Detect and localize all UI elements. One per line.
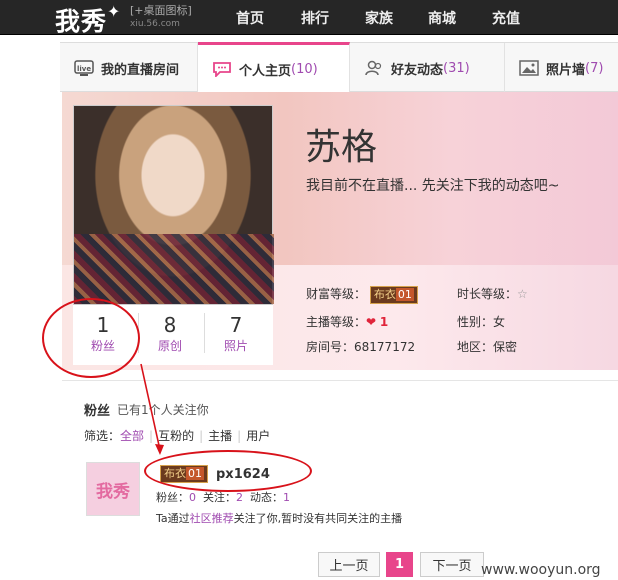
- host-level-value: 1: [379, 315, 389, 329]
- annotation-ring-fans: [42, 298, 140, 378]
- badge-level: 01: [395, 287, 414, 301]
- nav-family[interactable]: 家族: [365, 8, 393, 28]
- fan-fans-count[interactable]: 0: [189, 491, 196, 504]
- stat-original[interactable]: 8 原创: [140, 313, 200, 355]
- filter-all[interactable]: 全部: [120, 429, 144, 443]
- fan-follow-label: 关注：: [203, 491, 236, 504]
- prev-page-button[interactable]: 上一页: [318, 552, 380, 577]
- tab-label: 照片墙: [546, 62, 586, 78]
- tab-label: 好友动态: [391, 62, 444, 78]
- wealth-level: 财富等级： 布衣 01: [306, 285, 418, 304]
- tab-count: (7): [585, 60, 604, 76]
- tab-count: (31): [443, 60, 470, 76]
- nav-mall[interactable]: 商城: [428, 8, 456, 28]
- site-url: xiu.56.com: [130, 19, 180, 29]
- tab-label: 我的直播房间: [101, 62, 180, 78]
- logo-star-icon: ✦: [107, 2, 122, 21]
- star-outline-icon: ☆: [517, 287, 528, 301]
- tab-live-room[interactable]: live 我的直播房间: [60, 43, 198, 93]
- svg-text:live: live: [77, 65, 91, 73]
- chat-bubble-icon: [212, 61, 232, 79]
- tab-photo-wall[interactable]: 照片墙 (7): [505, 43, 618, 93]
- fan-note-pre: Ta通过: [156, 512, 190, 525]
- tab-home[interactable]: 个人主页 (10): [198, 42, 350, 93]
- heart-icon: ❤: [366, 315, 377, 329]
- gender: 性别：女: [457, 313, 505, 330]
- region-value: 保密: [493, 340, 518, 354]
- profile-avatar[interactable]: [73, 105, 274, 305]
- avatar-scarf: [74, 234, 274, 304]
- filter-user[interactable]: 用户: [246, 429, 270, 443]
- nav-home[interactable]: 首页: [236, 8, 264, 28]
- host-level: 主播等级：❤ 1: [306, 313, 388, 330]
- live-icon: live: [74, 60, 94, 76]
- stat-divider: [204, 313, 205, 353]
- region-label: 地区：: [457, 340, 494, 354]
- stat-photos-num: 7: [229, 313, 243, 337]
- nav-ranking[interactable]: 排行: [301, 8, 329, 28]
- room-number: 房间号：68177172: [306, 338, 415, 355]
- stat-photos-label: 照片: [223, 339, 248, 353]
- tab-count: (10): [291, 61, 318, 77]
- stat-original-label: 原创: [157, 339, 182, 353]
- filter-host[interactable]: 主播: [208, 429, 232, 443]
- nav-recharge[interactable]: 充值: [492, 8, 520, 28]
- fans-title: 粉丝: [84, 404, 111, 419]
- duration-label: 时长等级：: [457, 287, 518, 301]
- community-recommend-link[interactable]: 社区推荐: [190, 512, 234, 525]
- fan-follow-count[interactable]: 2: [236, 491, 243, 504]
- profile-name: 苏格: [305, 127, 378, 168]
- photo-icon: [519, 60, 539, 76]
- duration-level: 时长等级：☆: [457, 285, 528, 302]
- tab-label: 个人主页: [239, 63, 292, 79]
- stat-photos[interactable]: 7 照片: [206, 313, 266, 355]
- host-label: 主播等级：: [306, 315, 367, 329]
- fan-note: Ta通过社区推荐关注了你,暂时没有共同关注的主播: [156, 510, 402, 526]
- filter-sep: |: [237, 429, 242, 443]
- fan-avatar[interactable]: 我秀: [86, 462, 140, 516]
- fans-desc: 已有1个人关注你: [117, 403, 209, 417]
- desktop-icon-link[interactable]: [+桌面图标]: [130, 5, 192, 17]
- fan-fans-label: 粉丝：: [156, 491, 189, 504]
- tab-friends-feed[interactable]: 好友动态 (31): [350, 43, 505, 93]
- fan-dyn-label: 动态：: [250, 491, 283, 504]
- filter-sep: |: [199, 429, 204, 443]
- current-page[interactable]: 1: [386, 552, 413, 577]
- gender-value: 女: [493, 315, 506, 329]
- friends-icon: [364, 60, 384, 76]
- profile-motto: 我目前不在直播... 先关注下我的动态吧~: [306, 178, 560, 194]
- room-value: 68177172: [354, 340, 416, 354]
- fan-note-post: 关注了你,暂时没有共同关注的主播: [233, 512, 403, 525]
- filter-label: 筛选：: [84, 429, 121, 443]
- site-logo[interactable]: 我秀✦: [55, 2, 121, 38]
- badge-text: 布衣: [373, 287, 396, 301]
- next-page-button[interactable]: 下一页: [420, 552, 484, 577]
- watermark: www.wooyun.org: [481, 562, 601, 578]
- wealth-badge: 布衣 01: [369, 285, 418, 304]
- fan-dyn-count[interactable]: 1: [283, 491, 290, 504]
- wealth-label: 财富等级：: [306, 287, 367, 301]
- room-label: 房间号：: [306, 340, 355, 354]
- fans-filter: 筛选：全部 | 互粉的 | 主播 | 用户: [84, 427, 270, 444]
- filter-sep: |: [149, 429, 154, 443]
- filter-mutual[interactable]: 互粉的: [158, 429, 194, 443]
- profile-tabs: live 我的直播房间 个人主页 (10) 好友动态 (31) 照片墙 (7): [60, 42, 618, 93]
- annotation-ring-fan: [144, 450, 312, 492]
- gender-label: 性别：: [457, 315, 494, 329]
- fan-avatar-text: 我秀: [96, 481, 130, 502]
- top-bar: 我秀✦ [+桌面图标] xiu.56.com 首页 排行 家族 商城 充值: [0, 0, 618, 38]
- region: 地区：保密: [457, 338, 517, 355]
- stat-original-num: 8: [163, 313, 177, 337]
